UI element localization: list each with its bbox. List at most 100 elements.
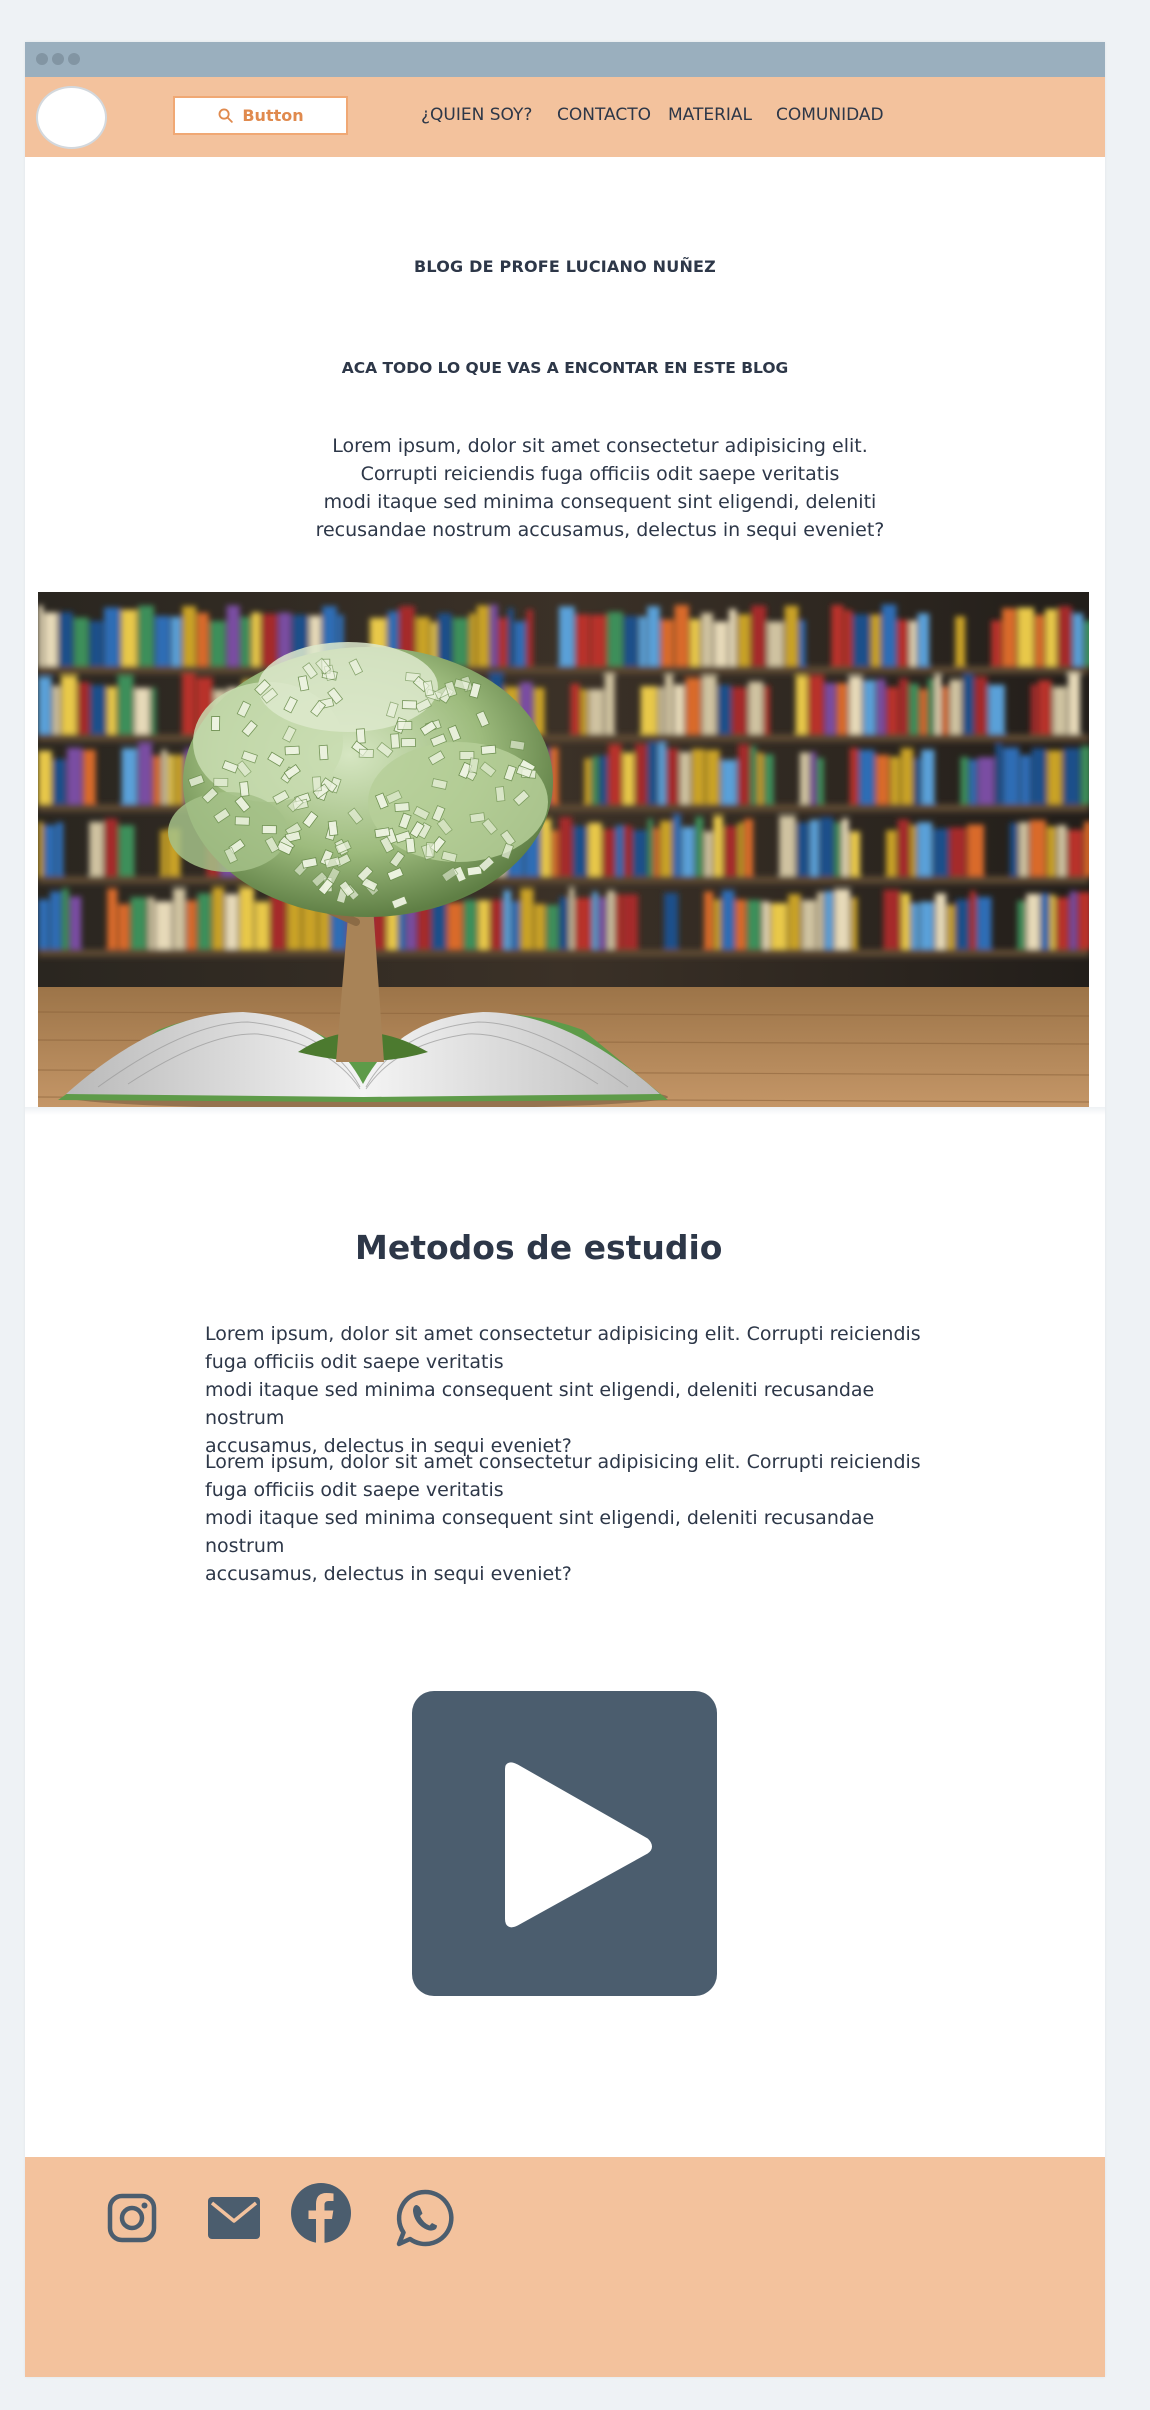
book-spine bbox=[1047, 750, 1063, 804]
book-spine bbox=[240, 616, 251, 666]
play-icon[interactable] bbox=[412, 1691, 717, 1996]
book-spine bbox=[767, 621, 784, 666]
book-spine bbox=[592, 756, 599, 804]
book-spine bbox=[974, 676, 988, 734]
money-leaf bbox=[311, 776, 322, 792]
book-spine bbox=[624, 616, 638, 666]
nav-link-comunidad[interactable]: COMUNIDAD bbox=[776, 105, 884, 125]
book-spine bbox=[870, 614, 881, 666]
book-spine bbox=[851, 897, 858, 949]
video-player[interactable] bbox=[412, 1691, 717, 1996]
book-spine bbox=[728, 609, 737, 666]
whatsapp-icon[interactable] bbox=[395, 2188, 455, 2248]
book-spine bbox=[705, 749, 720, 804]
book-spine bbox=[573, 826, 588, 876]
nav-link-contacto[interactable]: CONTACTO bbox=[557, 105, 651, 125]
navbar: Button ¿QUIEN SOY? CONTACTO MATERIAL COM… bbox=[25, 77, 1105, 157]
book-spine bbox=[182, 673, 196, 734]
hero-paragraph-line: modi itaque sed minima consequent sint e… bbox=[323, 491, 877, 513]
book-spine bbox=[900, 748, 914, 804]
blog-title: BLOG DE PROFE LUCIANO NUÑEZ bbox=[414, 257, 716, 276]
book-spine bbox=[714, 899, 721, 949]
book-spine bbox=[666, 748, 679, 804]
bookshelf-board bbox=[38, 666, 1089, 674]
book-spine bbox=[580, 689, 588, 734]
book-spine bbox=[153, 755, 161, 804]
book-spine bbox=[660, 619, 674, 666]
book-spine bbox=[910, 824, 917, 876]
book-spine bbox=[138, 743, 152, 804]
book-spine bbox=[476, 605, 490, 666]
book-spine bbox=[160, 830, 167, 876]
book-spine bbox=[658, 742, 666, 804]
section-paragraph-line: modi itaque sed minima consequent sint e… bbox=[205, 1507, 875, 1557]
book-spine bbox=[608, 744, 622, 804]
book-spine bbox=[121, 748, 138, 804]
book-spine bbox=[935, 893, 947, 949]
money-leaf bbox=[213, 777, 229, 787]
book-spine bbox=[784, 605, 799, 666]
book-spine bbox=[664, 893, 679, 949]
book-spine bbox=[182, 606, 197, 666]
money-leaf bbox=[495, 786, 506, 802]
book-spine bbox=[863, 680, 876, 734]
book-spine bbox=[83, 749, 96, 804]
book-spine bbox=[647, 818, 653, 876]
book-spine bbox=[808, 675, 824, 734]
book-spine bbox=[552, 830, 559, 876]
money-leaf bbox=[358, 748, 374, 759]
money-leaf bbox=[480, 744, 497, 755]
book-spine bbox=[737, 614, 751, 666]
book-spine bbox=[615, 825, 624, 876]
book-spine bbox=[1029, 820, 1046, 876]
book-spine bbox=[1031, 748, 1047, 804]
book-spine bbox=[824, 891, 834, 949]
book-spine bbox=[717, 684, 731, 734]
book-spine bbox=[949, 679, 962, 734]
book-spine bbox=[886, 830, 897, 876]
window-dot-icon[interactable] bbox=[52, 53, 64, 65]
book-spine bbox=[520, 888, 534, 949]
book-spine bbox=[899, 678, 909, 734]
bookshelf-board bbox=[38, 949, 1089, 957]
book-spine bbox=[658, 686, 664, 734]
facebook-icon[interactable] bbox=[290, 2182, 352, 2244]
book-spine bbox=[134, 687, 150, 734]
book-spine bbox=[640, 686, 658, 734]
instagram-icon[interactable] bbox=[106, 2192, 158, 2244]
nav-link-quien-soy[interactable]: ¿QUIEN SOY? bbox=[421, 105, 532, 125]
book-spine bbox=[1058, 606, 1072, 666]
book-spine bbox=[691, 749, 705, 804]
book-spine bbox=[660, 820, 673, 876]
book-spine bbox=[622, 894, 639, 949]
window-dot-icon[interactable] bbox=[68, 53, 80, 65]
search-button[interactable]: Button bbox=[173, 96, 348, 135]
book-spine bbox=[886, 687, 899, 734]
book-spine bbox=[1063, 748, 1080, 804]
logo[interactable] bbox=[36, 86, 107, 149]
section-paragraph: Lorem ipsum, dolor sit amet consectetur … bbox=[205, 1448, 945, 1588]
book-spine bbox=[674, 605, 689, 666]
book-spine bbox=[1067, 829, 1083, 876]
book-spine bbox=[1077, 892, 1089, 949]
money-leaf bbox=[401, 700, 417, 710]
book-spine bbox=[720, 759, 737, 804]
book-spine bbox=[917, 822, 933, 876]
window-dot-icon[interactable] bbox=[36, 53, 48, 65]
book-spine bbox=[44, 825, 56, 876]
book-spine bbox=[167, 754, 174, 804]
book-spine bbox=[909, 620, 917, 666]
book-spine bbox=[770, 903, 788, 949]
nav-link-material[interactable]: MATERIAL bbox=[668, 105, 752, 125]
book-spine bbox=[148, 897, 155, 949]
book-spine bbox=[713, 815, 723, 876]
mail-icon[interactable] bbox=[206, 2194, 262, 2242]
book-spine bbox=[90, 685, 106, 734]
book-spine bbox=[1049, 894, 1056, 949]
book-spine bbox=[254, 901, 270, 949]
book-spine bbox=[679, 752, 691, 804]
book-spine bbox=[849, 831, 861, 876]
book-spine bbox=[689, 619, 701, 666]
book-spine bbox=[647, 606, 660, 666]
book-spine bbox=[1030, 684, 1037, 734]
